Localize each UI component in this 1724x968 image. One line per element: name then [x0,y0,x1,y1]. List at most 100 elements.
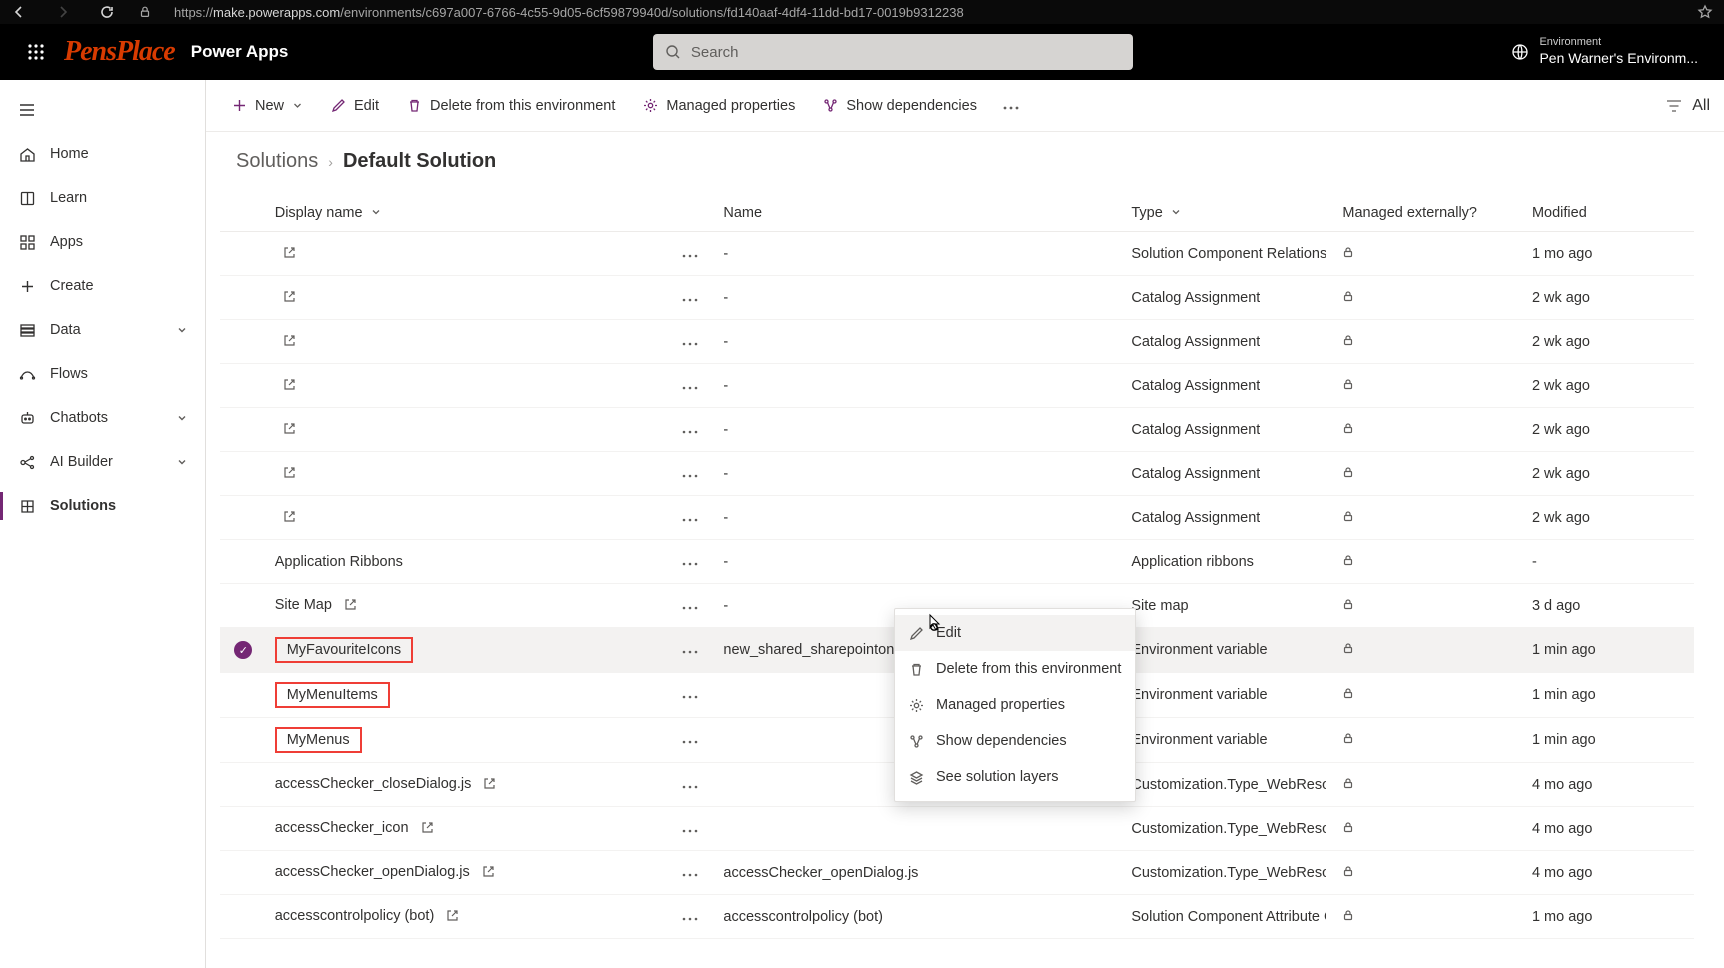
col-name[interactable]: Name [715,195,1123,232]
nav-data[interactable]: Data [0,308,205,352]
table-row[interactable]: Application Ribbons-Application ribbons- [220,540,1694,584]
row-more-button[interactable] [676,334,704,350]
type-cell: Solution Component Relationship Co [1131,246,1326,262]
edit-button[interactable]: Edit [319,92,391,120]
external-link-icon[interactable] [483,777,499,793]
display-name-cell[interactable]: accessChecker_openDialog.js [275,864,470,880]
display-name-cell[interactable]: accessChecker_closeDialog.js [275,776,472,792]
managed-properties-button[interactable]: Managed properties [631,92,807,120]
search-placeholder: Search [691,44,739,61]
row-more-button[interactable] [676,422,704,438]
col-modified[interactable]: Modified [1524,195,1694,232]
table-row[interactable]: accesscontrolpolicy (bot) accesscontrolp… [220,895,1694,939]
external-link-icon[interactable] [283,246,299,262]
row-more-button[interactable] [676,554,704,570]
chevron-down-icon [173,409,191,427]
external-link-icon[interactable] [283,290,299,306]
ctx-delete[interactable]: Delete from this environment [895,651,1135,687]
display-name-cell[interactable]: MyFavouriteIcons [275,637,413,663]
modified-cell: 2 wk ago [1524,364,1694,408]
row-more-button[interactable] [676,246,704,262]
display-name-cell[interactable]: MyMenus [275,727,362,753]
ctx-layers[interactable]: See solution layers [895,759,1135,795]
row-more-button[interactable] [676,290,704,306]
table-row[interactable]: -Catalog Assignment2 wk ago [220,276,1694,320]
nav-learn-label: Learn [50,190,87,206]
url-bar[interactable]: https://make.powerapps.com/environments/… [174,5,964,20]
nav-learn[interactable]: Learn [0,176,205,220]
environment-picker[interactable]: Environment Pen Warner's Environm... [1497,36,1712,67]
col-select[interactable] [220,195,267,232]
table-row[interactable]: -Solution Component Relationship Co1 mo … [220,232,1694,276]
row-more-button[interactable] [676,687,704,703]
hamburger-icon[interactable] [18,101,36,119]
nav-flows[interactable]: Flows [0,352,205,396]
row-more-button[interactable] [676,909,704,925]
row-more-button[interactable] [676,777,704,793]
nav-apps[interactable]: Apps [0,220,205,264]
external-link-icon[interactable] [421,821,437,837]
show-dependencies-button[interactable]: Show dependencies [811,92,989,120]
row-more-button[interactable] [676,865,704,881]
nav-home[interactable]: Home [0,132,205,176]
new-button[interactable]: New [220,92,315,120]
search-input[interactable]: Search [653,34,1133,70]
nav-create[interactable]: Create [0,264,205,308]
ctx-deps[interactable]: Show dependencies [895,723,1135,759]
external-link-icon[interactable] [446,909,462,925]
modified-cell: 4 mo ago [1524,763,1694,807]
chevron-down-icon [173,453,191,471]
row-more-button[interactable] [676,510,704,526]
display-name-cell[interactable]: MyMenuItems [275,682,390,708]
refresh-icon[interactable] [98,3,116,21]
checkmark-icon[interactable]: ✓ [234,641,252,659]
modified-cell: 2 wk ago [1524,496,1694,540]
external-link-icon[interactable] [283,422,299,438]
filter-all-label[interactable]: All [1692,97,1710,115]
back-icon[interactable] [10,3,28,21]
table-row[interactable]: -Catalog Assignment2 wk ago [220,364,1694,408]
row-more-button[interactable] [676,378,704,394]
table-row[interactable]: -Catalog Assignment2 wk ago [220,408,1694,452]
external-link-icon[interactable] [283,510,299,526]
ctx-managed[interactable]: Managed properties [895,687,1135,723]
external-link-icon[interactable] [283,378,299,394]
row-more-button[interactable] [676,642,704,658]
favorite-icon[interactable] [1696,3,1714,21]
row-more-button[interactable] [676,598,704,614]
pencil-icon [331,98,346,113]
row-more-button[interactable] [676,821,704,837]
display-name-cell[interactable]: accesscontrolpolicy (bot) [275,908,435,924]
col-managed[interactable]: Managed externally? [1334,195,1524,232]
nav-ai-builder[interactable]: AI Builder [0,440,205,484]
forward-icon[interactable] [54,3,72,21]
row-more-button[interactable] [676,732,704,748]
external-link-icon[interactable] [482,865,498,881]
delete-button[interactable]: Delete from this environment [395,92,627,120]
solutions-icon [18,497,36,515]
breadcrumb-solutions[interactable]: Solutions [236,150,318,173]
table-row[interactable]: -Catalog Assignment2 wk ago [220,320,1694,364]
app-name: Power Apps [191,42,289,62]
more-commands-button[interactable] [993,91,1029,121]
filter-icon[interactable] [1666,99,1682,113]
col-display-name[interactable]: Display name [267,195,668,232]
col-type[interactable]: Type [1123,195,1334,232]
row-more-button[interactable] [676,466,704,482]
lock-icon [1342,777,1354,792]
nav-solutions[interactable]: Solutions [0,484,205,528]
external-link-icon[interactable] [344,598,360,614]
display-name-cell[interactable]: Site Map [275,597,332,613]
display-name-cell[interactable]: accessChecker_icon [275,820,409,836]
external-link-icon[interactable] [283,466,299,482]
table-row[interactable]: -Catalog Assignment2 wk ago [220,452,1694,496]
external-link-icon[interactable] [283,334,299,350]
modified-cell: 2 wk ago [1524,452,1694,496]
env-name: Pen Warner's Environm... [1539,50,1698,68]
app-launcher-icon[interactable] [12,43,60,61]
table-row[interactable]: accessChecker_icon Customization.Type_We… [220,807,1694,851]
nav-chatbots[interactable]: Chatbots [0,396,205,440]
display-name-cell[interactable]: Application Ribbons [275,554,403,570]
table-row[interactable]: -Catalog Assignment2 wk ago [220,496,1694,540]
table-row[interactable]: accessChecker_openDialog.js accessChecke… [220,851,1694,895]
